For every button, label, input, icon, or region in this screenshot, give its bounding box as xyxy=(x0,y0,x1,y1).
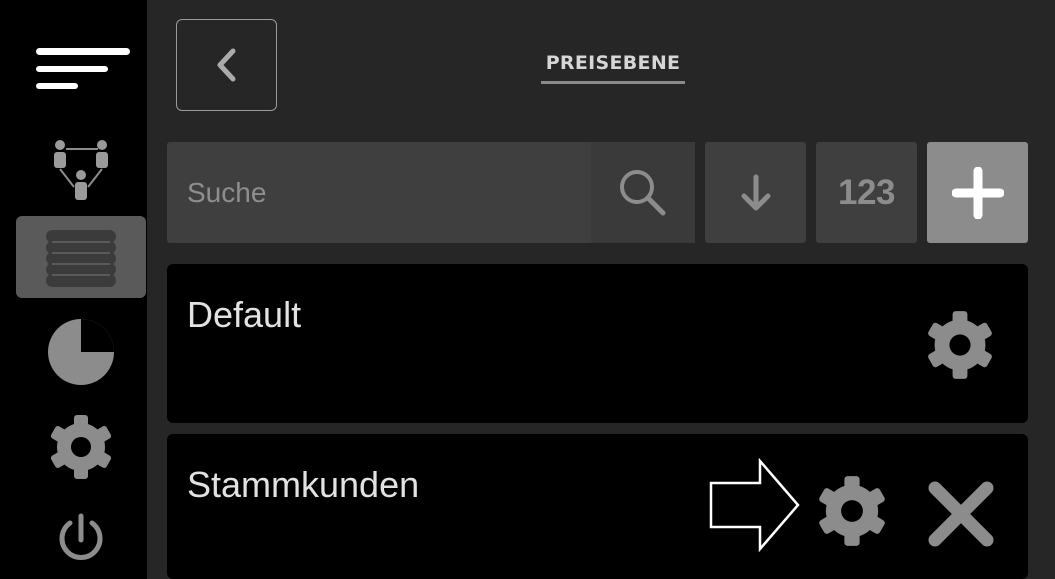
app-window: PREISEBENE 123 xyxy=(0,0,1055,579)
users-network-icon xyxy=(54,140,108,200)
sidebar-item-price-levels[interactable] xyxy=(16,216,146,298)
plus-icon xyxy=(951,166,1004,219)
list-item[interactable]: Stammkunden xyxy=(167,434,1028,579)
price-level-name: Stammkunden xyxy=(187,464,420,505)
sidebar xyxy=(0,0,147,579)
edit-price-level-button[interactable] xyxy=(815,474,889,553)
main-panel: PREISEBENE 123 xyxy=(147,0,1055,579)
sidebar-item-statistics[interactable] xyxy=(16,312,146,392)
search-input[interactable] xyxy=(185,170,589,216)
price-level-name: Default xyxy=(187,294,302,335)
delete-price-level-button[interactable] xyxy=(925,478,997,555)
sidebar-item-customers[interactable] xyxy=(16,130,146,208)
power-button[interactable] xyxy=(16,500,146,572)
gear-icon xyxy=(928,311,992,379)
gear-icon xyxy=(819,476,885,546)
arrow-right-icon xyxy=(709,458,800,552)
database-stack-icon xyxy=(46,230,116,287)
title-underline xyxy=(541,81,685,84)
menu-button[interactable] xyxy=(16,30,142,100)
search-box xyxy=(167,142,695,243)
numeric-sort-button[interactable]: 123 xyxy=(816,142,917,243)
search-icon xyxy=(620,169,666,215)
add-price-level-button[interactable] xyxy=(927,142,1028,243)
list-item[interactable]: Default xyxy=(167,264,1028,423)
sort-button[interactable] xyxy=(705,142,806,243)
back-button[interactable] xyxy=(176,19,277,111)
header: PREISEBENE xyxy=(147,0,1055,125)
gear-icon xyxy=(50,415,112,479)
chevron-left-icon xyxy=(217,48,235,82)
arrow-down-icon xyxy=(741,174,770,210)
search-button[interactable] xyxy=(591,142,695,243)
edit-price-level-button[interactable] xyxy=(924,309,996,386)
hamburger-menu-icon xyxy=(36,48,130,89)
close-icon xyxy=(928,481,994,547)
pie-chart-icon xyxy=(48,319,114,385)
page-title: PREISEBENE xyxy=(545,52,681,74)
numeric-sort-label: 123 xyxy=(838,172,895,212)
power-icon xyxy=(59,513,103,560)
sidebar-item-settings[interactable] xyxy=(16,410,146,484)
